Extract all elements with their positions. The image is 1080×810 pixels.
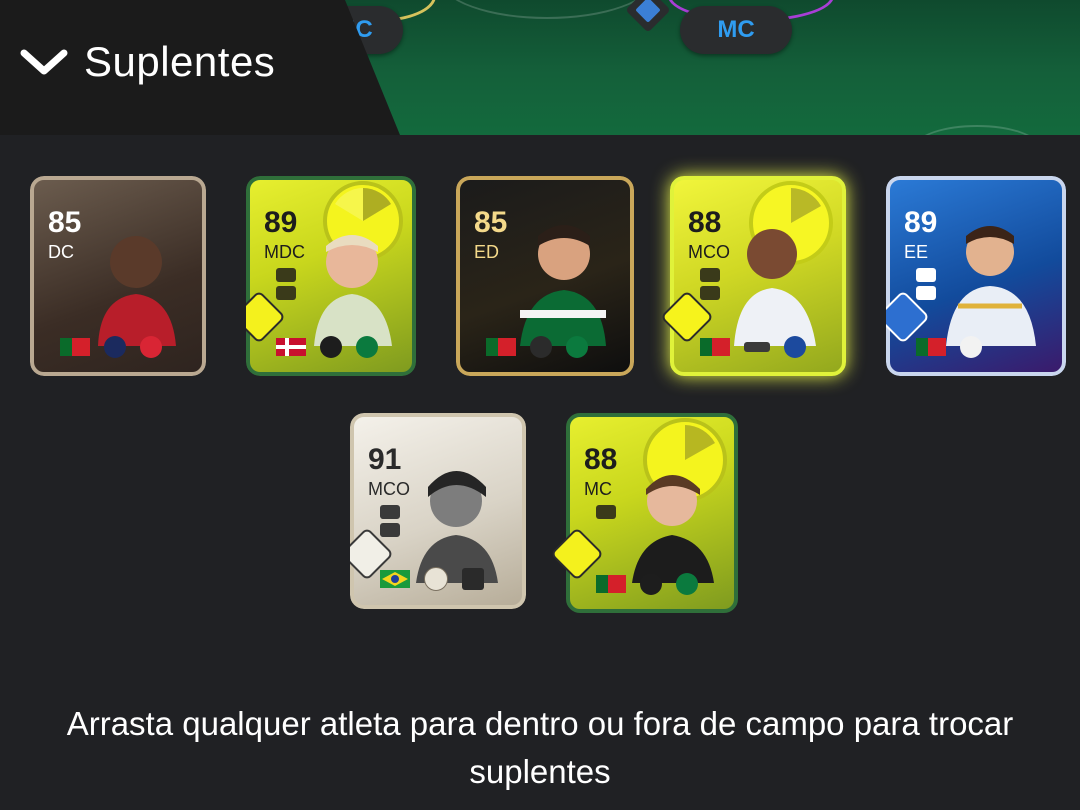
card-position: MC xyxy=(584,479,612,499)
player-photo xyxy=(314,235,392,346)
player-photo xyxy=(946,226,1036,346)
card-affiliations xyxy=(916,336,982,358)
club-logo-icon xyxy=(784,336,806,358)
portugal-flag-icon xyxy=(486,338,516,356)
player-card[interactable]: 85 ED xyxy=(456,176,634,376)
club-logo-icon xyxy=(356,336,378,358)
card-rating: 89 xyxy=(264,206,298,239)
card-affiliations xyxy=(60,336,162,358)
chevron-down-icon xyxy=(20,49,68,75)
player-photo xyxy=(632,475,714,583)
club-logo-icon xyxy=(566,336,588,358)
denmark-flag-icon xyxy=(276,338,306,356)
player-card[interactable]: 88 MC xyxy=(550,413,738,613)
card-position: ED xyxy=(474,242,500,262)
player-card[interactable]: 85 DC xyxy=(30,176,206,376)
position-chip-mc-right[interactable]: MC xyxy=(680,6,792,54)
sponsor-logo-icon xyxy=(744,342,770,352)
card-rating: 89 xyxy=(904,206,938,239)
club-logo-icon xyxy=(140,336,162,358)
player-card[interactable]: 91 MCO xyxy=(350,413,526,609)
player-photo xyxy=(98,236,176,346)
playstyle-icons xyxy=(272,268,300,300)
card-affiliations xyxy=(276,336,378,358)
player-photo xyxy=(416,471,498,583)
pitch-center-arc xyxy=(440,0,654,19)
card-position: DC xyxy=(48,242,74,262)
league-logo-icon xyxy=(104,336,126,358)
club-logo-icon xyxy=(676,573,698,595)
league-logo-icon xyxy=(960,336,982,358)
player-photo xyxy=(520,225,606,346)
icon-league-logo-icon xyxy=(424,567,448,591)
card-rating: 85 xyxy=(474,206,508,239)
playstyle-icons xyxy=(592,505,620,519)
card-position: MCO xyxy=(368,479,410,499)
player-card[interactable]: 88 MCO xyxy=(660,176,846,376)
brazil-flag-icon xyxy=(380,570,410,588)
playstyle-icons xyxy=(912,268,940,300)
card-rating: 88 xyxy=(584,443,618,476)
player-card[interactable]: 89 EE xyxy=(886,176,1066,376)
player-photo xyxy=(734,229,816,346)
card-rating: 88 xyxy=(688,206,722,239)
playstyle-icons xyxy=(376,505,404,537)
portugal-flag-icon xyxy=(916,338,946,356)
portugal-flag-icon xyxy=(596,575,626,593)
swap-instruction: Arrasta qualquer atleta para dentro ou f… xyxy=(66,705,1014,790)
position-chip-label: MC xyxy=(717,16,755,43)
card-position: EE xyxy=(904,242,929,262)
card-position: MCO xyxy=(688,242,730,262)
chemistry-diamond-icon xyxy=(625,0,671,33)
card-affiliations xyxy=(700,336,806,358)
collapse-substitutes-button[interactable]: Suplentes xyxy=(20,30,275,94)
league-logo-icon xyxy=(320,336,342,358)
pitch-line-arc xyxy=(915,125,1039,135)
portugal-flag-icon xyxy=(60,338,90,356)
icon-club-logo-icon xyxy=(462,568,484,590)
card-rating: 91 xyxy=(368,443,402,476)
player-card[interactable]: 89 MDC xyxy=(246,176,416,376)
card-position: MDC xyxy=(264,242,305,262)
portugal-flag-icon xyxy=(700,338,730,356)
card-affiliations xyxy=(486,336,588,358)
league-logo-icon xyxy=(640,573,662,595)
playstyle-icons xyxy=(696,268,724,300)
league-logo-icon xyxy=(530,336,552,358)
card-affiliations xyxy=(380,567,484,591)
card-affiliations xyxy=(596,573,698,595)
card-rating: 85 xyxy=(48,206,82,239)
page-title: Suplentes xyxy=(84,38,276,85)
